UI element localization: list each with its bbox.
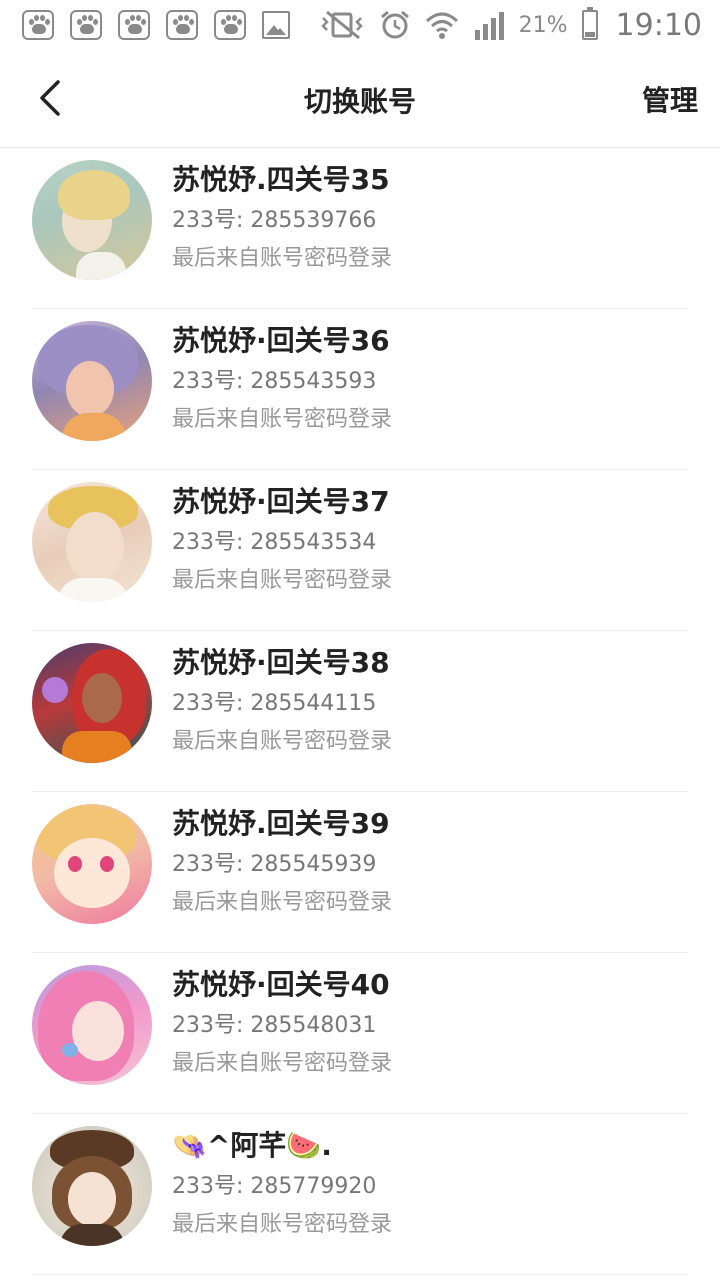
gallery-icon [262, 11, 290, 39]
account-uid: 233号: 285544115 [172, 691, 377, 716]
account-item[interactable]: 👒^阿芊🍉. 233号: 285779920 最后来自账号密码登录 [32, 1114, 688, 1275]
baidu-paw-icon [70, 10, 102, 40]
avatar [32, 804, 152, 924]
login-method: 最后来自账号密码登录 [172, 729, 393, 754]
account-item[interactable]: 苏悦妤·回关号36 233号: 285543593 最后来自账号密码登录 [32, 309, 688, 470]
status-time: 19:10 [615, 7, 702, 43]
avatar [32, 321, 152, 441]
alarm-icon [380, 10, 409, 39]
baidu-paw-icon [22, 10, 54, 40]
account-uid: 233号: 285779920 [172, 1174, 377, 1199]
account-item[interactable]: 苏悦妤·回关号37 233号: 285543534 最后来自账号密码登录 [32, 470, 688, 631]
signal-icon [474, 12, 504, 40]
account-item[interactable]: 苏悦妤·回关号38 233号: 285544115 最后来自账号密码登录 [32, 631, 688, 792]
system-icons: 21% 19:10 [319, 7, 702, 43]
account-item[interactable]: 苏悦妤.回关号39 233号: 285545939 最后来自账号密码登录 [32, 792, 688, 953]
login-method: 最后来自账号密码登录 [172, 890, 393, 915]
baidu-paw-icon [166, 10, 198, 40]
notification-icons [22, 10, 290, 40]
account-name: 👒^阿芊🍉. [172, 1129, 332, 1162]
login-method: 最后来自账号密码登录 [172, 407, 393, 432]
account-uid: 233号: 285545939 [172, 852, 377, 877]
login-method: 最后来自账号密码登录 [172, 246, 393, 271]
account-name: 苏悦妤·回关号38 [172, 646, 390, 679]
avatar [32, 160, 152, 280]
account-name: 苏悦妤·回关号36 [172, 324, 390, 357]
account-name: 苏悦妤·回关号37 [172, 485, 390, 518]
baidu-paw-icon [118, 10, 150, 40]
account-item[interactable]: 苏悦妤·回关号40 233号: 285548031 最后来自账号密码登录 [32, 953, 688, 1114]
account-uid: 233号: 285548031 [172, 1013, 377, 1038]
login-method: 最后来自账号密码登录 [172, 568, 393, 593]
app-header: 切换账号 管理 [0, 50, 720, 148]
account-uid: 233号: 285543534 [172, 530, 377, 555]
account-name: 苏悦妤.四关号35 [172, 163, 390, 196]
avatar [32, 1126, 152, 1246]
wifi-icon [425, 12, 458, 39]
avatar [32, 965, 152, 1085]
account-uid: 233号: 285543593 [172, 369, 377, 394]
manage-button[interactable]: 管理 [642, 79, 698, 119]
avatar [32, 482, 152, 602]
baidu-paw-icon [214, 10, 246, 40]
account-list: 苏悦妤.四关号35 233号: 285539766 最后来自账号密码登录 苏悦妤… [0, 148, 720, 1275]
page-title: 切换账号 [303, 85, 416, 118]
avatar [32, 643, 152, 763]
account-name: 苏悦妤·回关号40 [172, 968, 390, 1001]
account-name: 苏悦妤.回关号39 [172, 807, 390, 840]
status-bar: 21% 19:10 [0, 0, 720, 50]
login-method: 最后来自账号密码登录 [172, 1051, 393, 1076]
battery-icon [581, 7, 598, 40]
account-item[interactable]: 苏悦妤.四关号35 233号: 285539766 最后来自账号密码登录 [32, 148, 688, 309]
account-uid: 233号: 285539766 [172, 208, 377, 233]
login-method: 最后来自账号密码登录 [172, 1212, 393, 1237]
battery-percent: 21% [518, 12, 568, 38]
vibrate-mute-icon [320, 10, 363, 40]
